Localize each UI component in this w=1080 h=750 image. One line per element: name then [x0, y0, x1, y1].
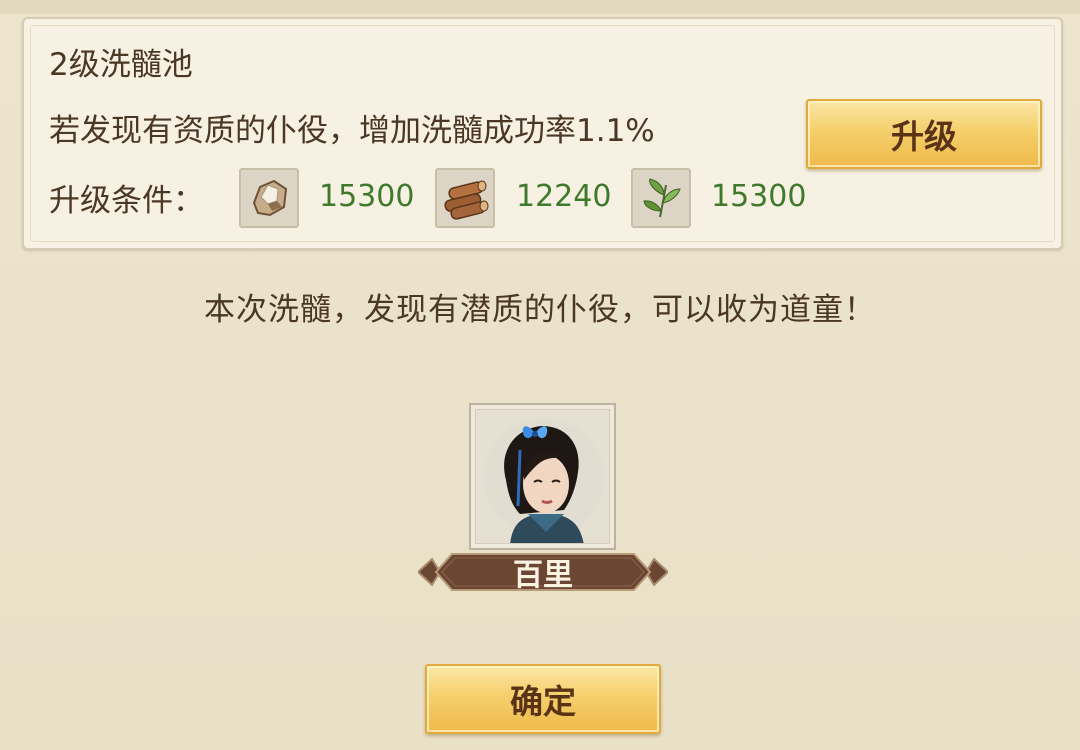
- pool-result-screen: 2级洗髓池 若发现有资质的仆役，增加洗髓成功率1.1% 升级条件： 15300 …: [0, 0, 1080, 750]
- servant-portrait-frame[interactable]: [469, 403, 616, 550]
- wood-amount: 12240: [516, 179, 612, 214]
- servant-name-banner: 百里: [418, 551, 668, 593]
- stone-icon: [239, 168, 299, 228]
- top-strip: [0, 0, 1080, 14]
- herb-amount: 15300: [711, 179, 807, 214]
- upgrade-condition-label: 升级条件：: [49, 183, 204, 219]
- herb-leaf-icon: [631, 168, 691, 228]
- pool-description: 若发现有资质的仆役，增加洗髓成功率1.1%: [49, 113, 655, 149]
- pool-title: 2级洗髓池: [49, 47, 193, 83]
- wood-logs-icon: [435, 168, 495, 228]
- upgrade-button-label: 升级: [891, 117, 957, 156]
- stone-amount: 15300: [319, 179, 415, 214]
- servant-portrait: [475, 409, 610, 544]
- pool-info-panel: 2级洗髓池 若发现有资质的仆役，增加洗髓成功率1.1% 升级条件： 15300 …: [22, 17, 1063, 250]
- confirm-button-label: 确定: [510, 682, 576, 721]
- upgrade-button[interactable]: 升级: [806, 99, 1042, 169]
- result-notice: 本次洗髓，发现有潜质的仆役，可以收为道童！: [204, 292, 876, 328]
- servant-name: 百里: [513, 558, 573, 593]
- confirm-button[interactable]: 确定: [425, 664, 661, 734]
